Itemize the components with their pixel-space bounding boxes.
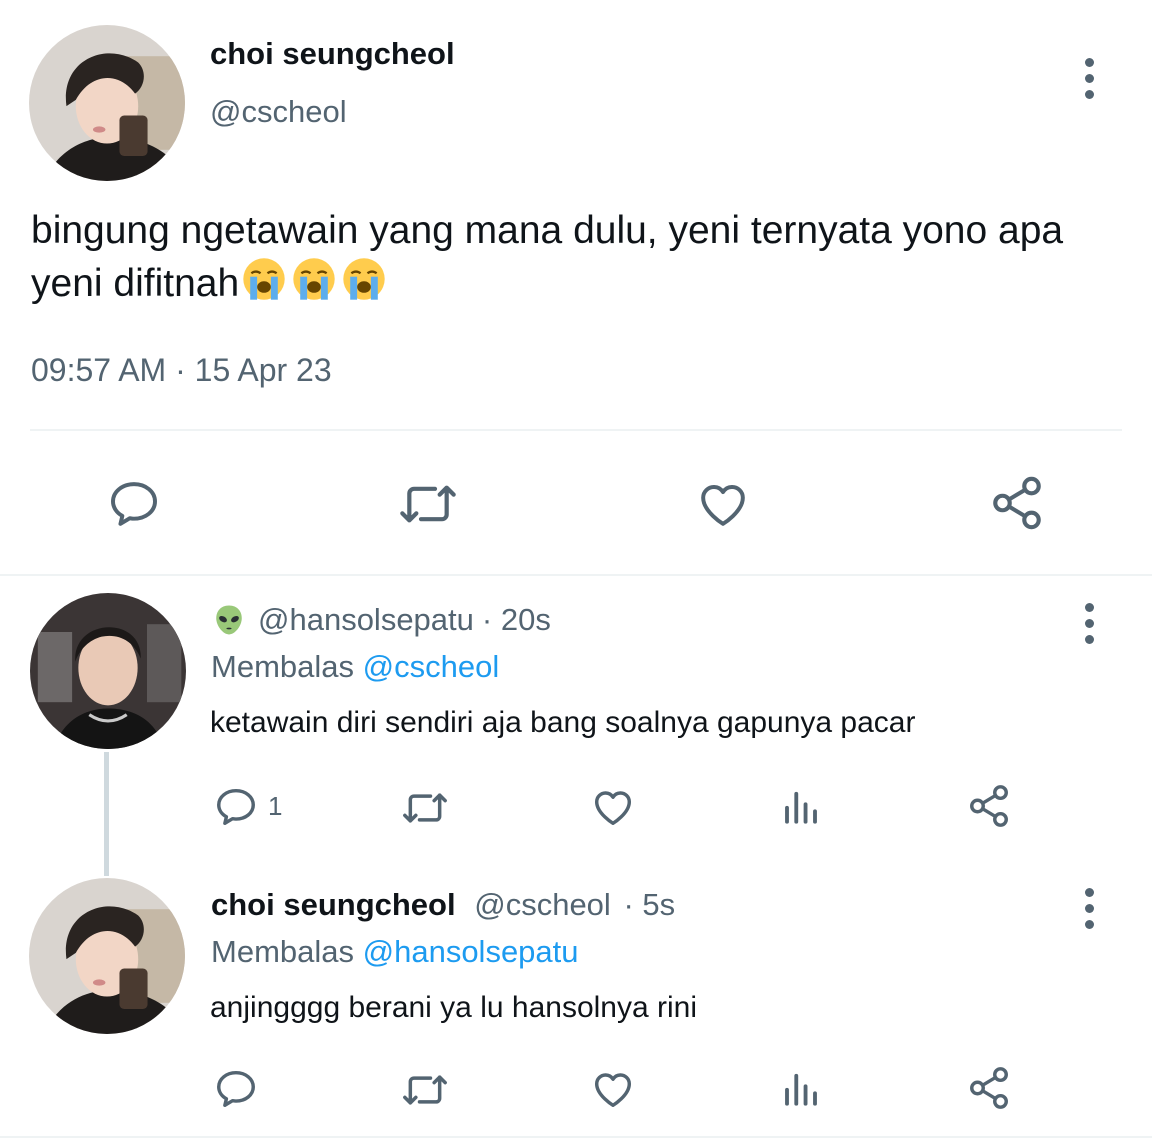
share-icon[interactable] [966, 783, 1012, 829]
loudly-crying-face-icon [293, 258, 335, 300]
reply-icon[interactable] [212, 784, 260, 830]
avatar-cscheol[interactable] [29, 878, 185, 1034]
views-icon[interactable] [780, 784, 822, 828]
avatar-image [30, 593, 186, 749]
replying-prefix: Membalas [211, 934, 354, 969]
divider [0, 574, 1152, 576]
reply-author-name[interactable]: choi seungcheol [211, 887, 456, 922]
avatar-image [29, 878, 185, 1034]
dot [1084, 619, 1094, 628]
share-icon[interactable] [966, 1065, 1012, 1111]
like-icon[interactable] [589, 1066, 637, 1112]
avatar-image [29, 25, 185, 181]
dot [1084, 904, 1094, 913]
replying-to-line: Membalas @cscheol [211, 649, 499, 685]
like-icon[interactable] [694, 476, 752, 532]
reply-time: · 5s [623, 887, 676, 922]
divider [0, 1136, 1152, 1138]
reply-header: @hansolsepatu · 20s [212, 602, 551, 638]
tweet-body: bingung ngetawain yang mana dulu, yeni t… [31, 206, 1121, 309]
reply-text: anjingggg berani ya lu hansolnya rini [210, 991, 698, 1024]
retweet-icon[interactable] [397, 786, 453, 830]
replying-to-link[interactable]: @hansolsepatu [363, 934, 579, 969]
like-icon[interactable] [589, 784, 637, 830]
retweet-icon[interactable] [397, 1068, 453, 1112]
reply-text: ketawain diri sendiri aja bang soalnya g… [210, 706, 916, 739]
replying-prefix: Membalas [211, 649, 354, 684]
thread-line [104, 752, 109, 876]
emoji-group [241, 256, 387, 302]
dot [1084, 603, 1094, 612]
more-options-button[interactable] [1083, 888, 1095, 929]
dot [1084, 58, 1094, 67]
loudly-crying-face-icon [343, 258, 385, 300]
alien-emoji-icon [212, 603, 246, 637]
replying-to-link[interactable]: @cscheol [363, 649, 500, 684]
reply-icon[interactable] [105, 476, 163, 532]
reply-handle[interactable]: @cscheol [474, 887, 611, 922]
dot [1084, 90, 1094, 99]
tweet-timestamp: 09:57 AM · 15 Apr 23 [31, 352, 332, 388]
dot [1084, 888, 1094, 897]
reply-icon[interactable] [212, 1066, 260, 1112]
reply-time: · 20s [481, 602, 551, 637]
dot [1084, 635, 1094, 644]
reply-header: choi seungcheol @cscheol · 5s [211, 887, 675, 923]
dot [1084, 920, 1094, 929]
avatar-cscheol[interactable] [29, 25, 185, 181]
reply-count: 1 [268, 791, 283, 821]
views-icon[interactable] [780, 1066, 822, 1110]
tweet-text: bingung ngetawain yang mana dulu, yeni t… [31, 209, 1064, 305]
divider [30, 429, 1122, 431]
author-name[interactable]: choi seungcheol [210, 36, 455, 72]
reply-handle[interactable]: @hansolsepatu [258, 602, 474, 638]
dot [1084, 74, 1094, 83]
retweet-icon[interactable] [395, 476, 461, 532]
more-options-button[interactable] [1083, 603, 1095, 644]
replying-to-line: Membalas @hansolsepatu [211, 934, 579, 970]
avatar-hansolsepatu[interactable] [30, 593, 186, 749]
more-options-button[interactable] [1083, 58, 1095, 99]
author-handle[interactable]: @cscheol [210, 94, 347, 130]
share-icon[interactable] [988, 474, 1046, 532]
loudly-crying-face-icon [243, 258, 285, 300]
